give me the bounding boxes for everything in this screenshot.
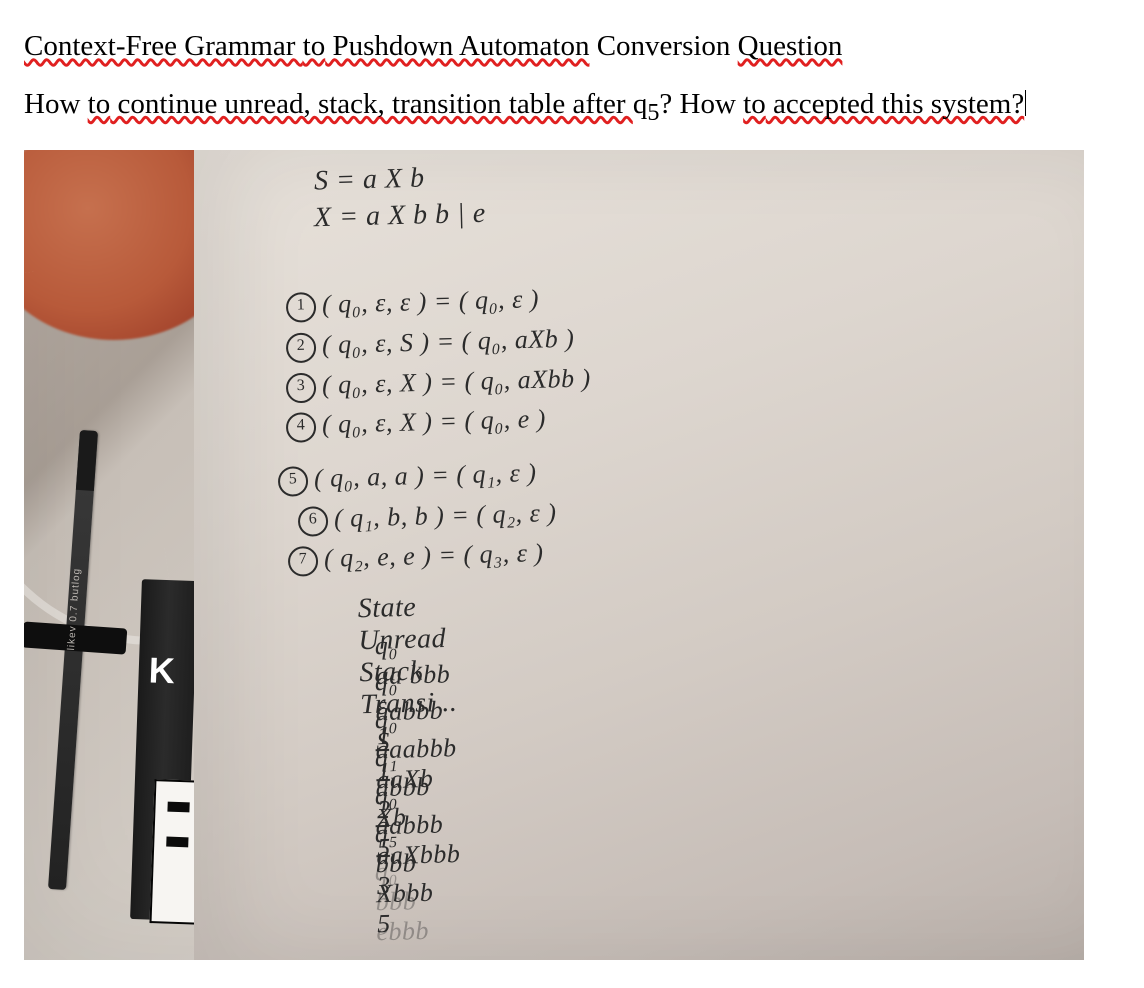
cell-state: q₀ <box>374 855 475 888</box>
subtitle-1: How <box>24 88 88 120</box>
title-phrase-1: Context-Free Grammar <box>24 30 303 62</box>
title-word-question: Question <box>738 30 843 62</box>
title-phrase-2: Pushdown Automaton <box>325 30 589 62</box>
subtitle-to-2: to <box>743 88 766 120</box>
title-word-to: to <box>303 30 326 62</box>
subtitle-2: continue unread, stack, transition table… <box>110 88 633 120</box>
subtitle-q-sub: 5 <box>647 98 659 125</box>
subtitle-4: accepted this system? <box>766 88 1025 120</box>
subtitle-3: ? How <box>659 88 743 120</box>
page-title: Context-Free Grammar to Pushdown Automat… <box>24 28 1120 66</box>
cell-unread: bbb <box>375 884 516 918</box>
subtitle-q: q <box>633 88 648 120</box>
title-word-conversion: Conversion <box>589 30 737 62</box>
grammar-rule-x: X = a X b b | e <box>314 198 487 234</box>
notebook-paper: S = a X b X = a X b b | e 1( q₀, ε, ε ) … <box>194 150 1084 960</box>
embedded-photo: likev 0.7 butlog K • • • • • • • • • S =… <box>24 150 1084 960</box>
page-subtitle: How to continue unread, stack, transitio… <box>24 86 1120 128</box>
cell-stack: ebbb <box>376 914 507 947</box>
grammar-rule-s: S = a X b <box>314 162 425 197</box>
subtitle-to-1: to <box>88 88 111 120</box>
book-letter: K <box>148 649 175 692</box>
table-row: q₀ bbb ebbb <box>332 824 519 960</box>
